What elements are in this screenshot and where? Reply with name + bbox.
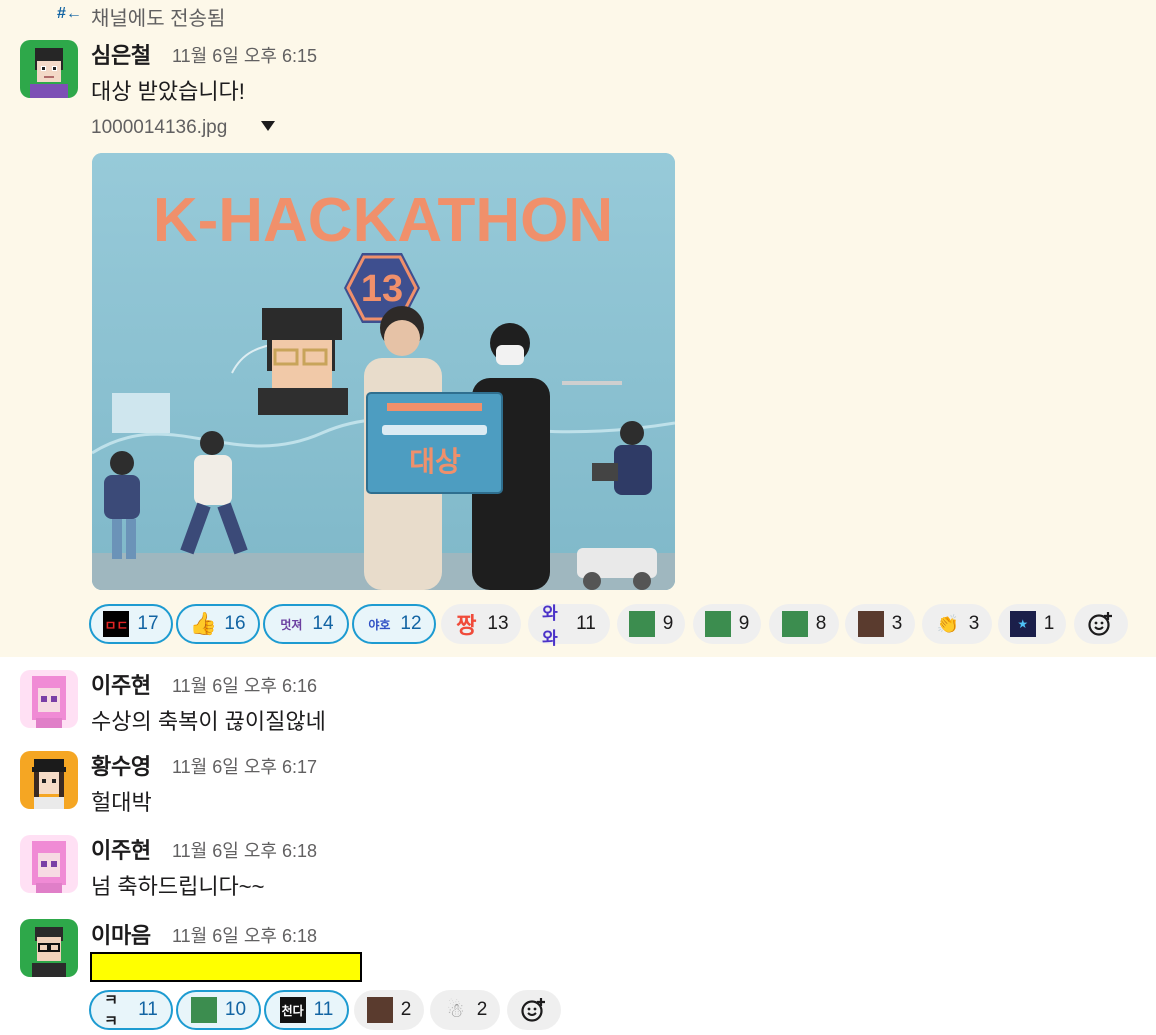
- timestamp[interactable]: 11월 6일 오후 6:17: [172, 753, 317, 779]
- reaction-count: 11: [313, 999, 334, 1020]
- reaction-4[interactable]: 야호 12: [352, 604, 436, 644]
- reaction-count: 9: [662, 613, 674, 634]
- reaction-3[interactable]: 멋져 14: [263, 604, 349, 644]
- reaction-2[interactable]: 👍 16: [176, 604, 260, 644]
- author-name[interactable]: 황수영: [91, 749, 151, 781]
- hash-return-icon: #←: [57, 5, 82, 22]
- reaction-emoji: 멋져: [280, 617, 303, 632]
- reaction-count: 11: [576, 613, 596, 634]
- reaction-count: 12: [400, 613, 422, 634]
- badge-number: 13: [361, 268, 403, 310]
- reaction-9[interactable]: 8: [769, 604, 839, 644]
- reaction-count: 17: [137, 613, 159, 634]
- timestamp[interactable]: 11월 6일 오후 6:15: [172, 42, 317, 68]
- face-icon: [781, 611, 808, 637]
- reaction-count: 3: [968, 613, 980, 634]
- message-text: 헐대박: [91, 790, 152, 815]
- author-name[interactable]: 이주현: [91, 833, 151, 865]
- reaction-count: 8: [815, 613, 827, 634]
- author-name[interactable]: 이마음: [91, 918, 151, 950]
- avatar[interactable]: [20, 835, 78, 893]
- sign-text: 대상: [409, 445, 461, 478]
- face-icon: [366, 997, 393, 1023]
- reaction-emoji: 짱: [456, 613, 477, 638]
- ghost-icon: ☃: [446, 999, 465, 1022]
- reaction-1[interactable]: ㅁㄷ 17: [89, 604, 173, 644]
- reaction-count: 1: [1043, 613, 1055, 634]
- reaction-count: 2: [400, 999, 412, 1020]
- reaction-12[interactable]: ★ 1: [998, 604, 1066, 644]
- message-text: 대상 받았습니다!: [91, 79, 245, 104]
- face-icon: [857, 611, 884, 637]
- attached-photo[interactable]: K-HACKATHON 13 대상: [92, 153, 675, 590]
- message-text: 넘 축하드립니다~~: [91, 874, 265, 899]
- redacted-message-text: [90, 952, 362, 982]
- message-text: 수상의 축복이 끊이질않네: [91, 709, 326, 734]
- clap-icon: 👏: [936, 613, 959, 634]
- reaction-10[interactable]: 3: [845, 604, 915, 644]
- reaction-count: 2: [476, 999, 488, 1020]
- timestamp[interactable]: 11월 6일 오후 6:18: [172, 922, 317, 948]
- reaction-emoji: 와와: [542, 604, 558, 648]
- add-emoji-icon: [521, 998, 545, 1022]
- chevron-down-icon[interactable]: [261, 121, 275, 131]
- star-icon: ★: [1009, 611, 1036, 637]
- timestamp[interactable]: 11월 6일 오후 6:18: [172, 837, 317, 863]
- reaction-count: 13: [487, 613, 509, 634]
- author-name[interactable]: 심은철: [91, 38, 151, 70]
- file-name[interactable]: 1000014136.jpg: [91, 117, 227, 139]
- reaction-1[interactable]: ㅋㅋ 11: [89, 990, 173, 1030]
- reaction-count: 3: [891, 613, 903, 634]
- reaction-4[interactable]: 2: [354, 990, 424, 1030]
- reaction-count: 10: [224, 999, 247, 1020]
- avatar[interactable]: [20, 751, 78, 809]
- reaction-11[interactable]: 👏 3: [922, 604, 992, 644]
- add-reaction-button[interactable]: [1074, 604, 1128, 644]
- avatar[interactable]: [20, 40, 78, 98]
- reaction-5[interactable]: 짱 13: [441, 604, 521, 644]
- reaction-2[interactable]: 10: [176, 990, 261, 1030]
- thumbs-up-icon: 👍: [189, 611, 218, 636]
- reaction-emoji: 천다: [279, 997, 306, 1023]
- reaction-emoji: 야호: [368, 617, 391, 632]
- face-icon: [190, 997, 217, 1023]
- banner-title: K-HACKATHON: [153, 186, 613, 255]
- reaction-count: 11: [138, 999, 158, 1020]
- avatar[interactable]: [20, 670, 78, 728]
- reaction-count: 16: [224, 613, 246, 634]
- sent-to-channel-label: 채널에도 전송됨: [91, 8, 226, 30]
- reaction-8[interactable]: 9: [693, 604, 761, 644]
- face-icon: [704, 611, 731, 637]
- reaction-count: 9: [738, 613, 750, 634]
- face-icon: [628, 611, 655, 637]
- timestamp[interactable]: 11월 6일 오후 6:16: [172, 672, 317, 698]
- reaction-5[interactable]: ☃ 2: [430, 990, 500, 1030]
- reaction-emoji: ㅋㅋ: [104, 992, 118, 1030]
- reaction-7[interactable]: 9: [617, 604, 685, 644]
- author-name[interactable]: 이주현: [91, 668, 151, 700]
- add-reaction-button[interactable]: [507, 990, 561, 1030]
- reaction-count: 14: [312, 613, 334, 634]
- reaction-6[interactable]: 와와 11: [528, 604, 610, 648]
- avatar[interactable]: [20, 919, 78, 977]
- reaction-3[interactable]: 천다 11: [264, 990, 349, 1030]
- add-emoji-icon: [1088, 612, 1112, 636]
- reaction-emoji: ㅁㄷ: [103, 611, 130, 637]
